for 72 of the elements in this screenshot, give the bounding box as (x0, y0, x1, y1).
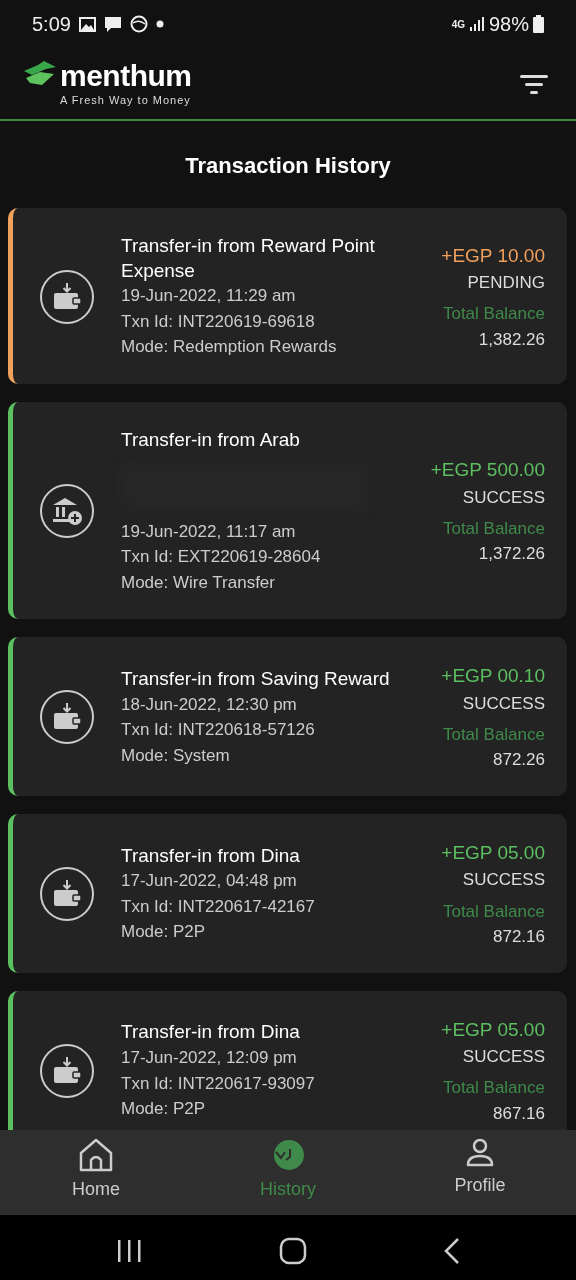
transaction-date: 19-Jun-2022, 11:17 am (121, 520, 297, 543)
transaction-date: 19-Jun-2022, 11:29 am (121, 285, 297, 308)
nav-tab[interactable]: Home (0, 1130, 192, 1203)
clock: 5:09 (32, 12, 71, 37)
transaction-title: Transfer-in from Dina (121, 1020, 301, 1045)
globe-icon (129, 15, 148, 33)
transaction-amount: +EGP 05.00 (441, 1017, 545, 1042)
history-icon (271, 1138, 305, 1172)
transaction-id: Txn Id: INT220617-42167 (121, 895, 316, 918)
bank-icon (39, 483, 95, 540)
balance-label: Total Balance (442, 303, 545, 326)
status-label: SUCCESS (462, 692, 545, 715)
image-icon (78, 16, 96, 32)
signal-icon (468, 16, 485, 32)
transaction-mode: Mode: System (121, 744, 231, 767)
recent-apps-icon[interactable] (116, 1239, 143, 1263)
message-icon (103, 15, 122, 33)
balance-value: 872.16 (493, 925, 545, 948)
home-button-icon[interactable] (279, 1237, 307, 1265)
back-icon[interactable] (443, 1238, 460, 1264)
transaction-amount: +EGP 10.00 (441, 243, 545, 268)
network-type: 4G (451, 17, 465, 32)
transaction-mode: Mode: Wire Transfer (121, 571, 276, 594)
status-label: SUCCESS (462, 869, 545, 892)
balance-value: 867.16 (493, 1102, 545, 1125)
wallet-icon (39, 866, 95, 923)
transaction-id: Txn Id: INT220619-69618 (121, 310, 316, 333)
logo-icon (24, 61, 56, 85)
transaction-title: Transfer-in from Reward Point Expense (121, 234, 376, 283)
transaction-mode: Mode: Redemption Rewards (121, 336, 338, 359)
status-label: SUCCESS (462, 1046, 545, 1069)
balance-label: Total Balance (442, 1077, 545, 1100)
transaction-amount: +EGP 05.00 (441, 840, 545, 865)
balance-label: Total Balance (442, 723, 545, 746)
status-label: PENDING (467, 272, 545, 295)
balance-value: 1,372.26 (478, 543, 545, 566)
wallet-icon (39, 268, 95, 325)
transaction-card[interactable]: Transfer-in from Arab 19-Jun-2022, 11:17 am Txn Id: EXT220619-28604 Mode: Wire Transfer +EGP 500.00 SUCCESS Total Balance 1,372.26 (8, 401, 567, 620)
balance-label: Total Balance (442, 900, 545, 923)
transaction-title: Transfer-in from Arab (121, 427, 301, 452)
transaction-amount: +EGP 500.00 (430, 458, 545, 483)
transaction-title: Transfer-in from Dina (121, 843, 301, 868)
transaction-card[interactable]: Transfer-in from Reward Point Expense 19-Jun-2022, 11:29 am Txn Id: INT220619-69618 Mode: Redemption Rewards +EGP 10.00 PENDING Total Balance 1,382.26 (8, 208, 567, 384)
transaction-date: 17-Jun-2022, 04:48 pm (121, 870, 298, 893)
transaction-amount: +EGP 00.10 (441, 664, 545, 689)
transaction-mode: Mode: P2P (121, 1098, 207, 1121)
transaction-card[interactable]: Transfer-in from Saving Reward 18-Jun-2022, 12:30 pm Txn Id: INT220618-57126 Mode: System +EGP 00.10 SUCCESS Total Balance 872.26 (8, 637, 567, 796)
balance-value: 1,382.26 (478, 328, 545, 351)
home-icon (78, 1138, 114, 1172)
transaction-id: Txn Id: INT220617-93097 (121, 1072, 316, 1095)
transaction-title: Transfer-in from Saving Reward (121, 666, 391, 691)
wallet-icon (39, 689, 95, 746)
page-title: Transaction History (184, 152, 392, 180)
filter-icon (520, 74, 548, 95)
transaction-card[interactable]: Transfer-in from Dina 17-Jun-2022, 12:09 pm Txn Id: INT220617-93097 Mode: P2P +EGP 05.00 SUCCESS Total Balance 867.16 (8, 990, 567, 1130)
dot-icon (155, 20, 164, 28)
transaction-id: Txn Id: EXT220619-28604 (121, 546, 322, 569)
balance-value: 872.26 (493, 749, 545, 772)
battery-level: 98% (488, 12, 529, 37)
status-label: SUCCESS (462, 486, 545, 509)
transaction-date: 17-Jun-2022, 12:09 pm (121, 1047, 298, 1070)
nav-tab[interactable]: Profile (384, 1130, 576, 1199)
transaction-id: Txn Id: INT220618-57126 (121, 719, 316, 742)
battery-icon (533, 15, 544, 33)
brand-tagline: A Fresh Way to Money (60, 95, 192, 106)
balance-label: Total Balance (442, 517, 545, 540)
transaction-card[interactable]: Transfer-in from Dina 17-Jun-2022, 04:48 pm Txn Id: INT220617-42167 Mode: P2P +EGP 05.00 SUCCESS Total Balance 872.16 (8, 813, 567, 973)
profile-icon (465, 1138, 495, 1168)
transaction-mode: Mode: P2P (121, 921, 207, 944)
wallet-icon (39, 1042, 95, 1099)
brand-name: menthum (60, 61, 192, 91)
transaction-date: 18-Jun-2022, 12:30 pm (121, 693, 298, 716)
